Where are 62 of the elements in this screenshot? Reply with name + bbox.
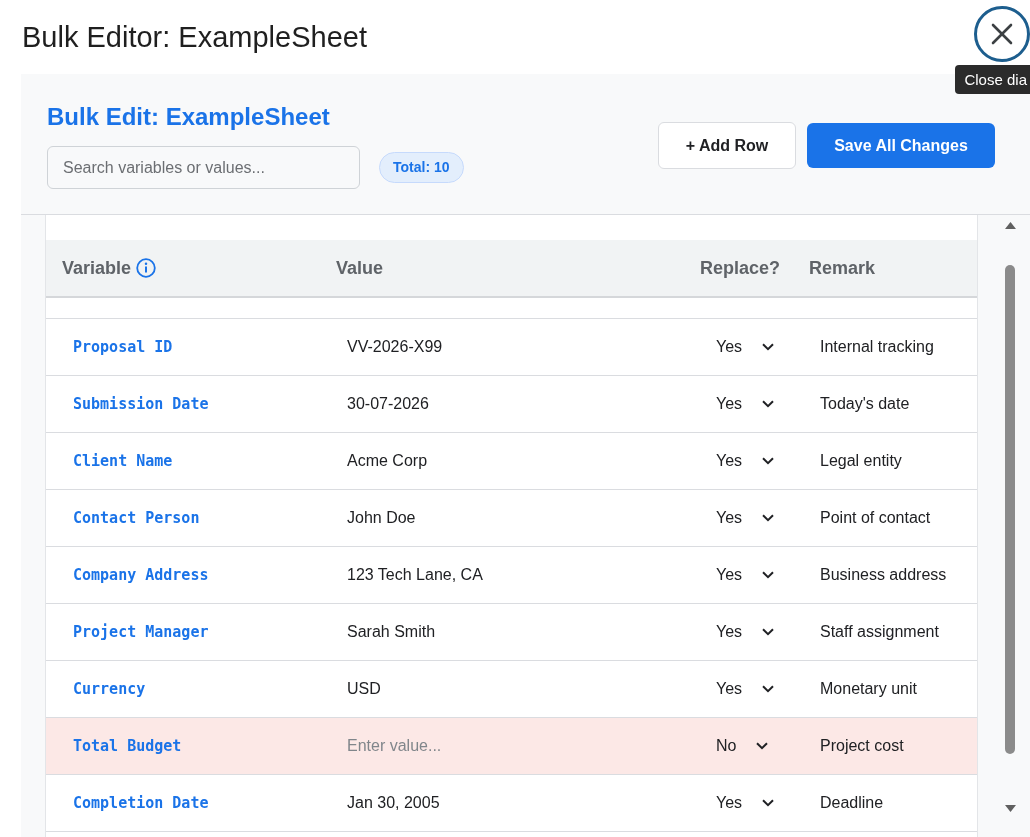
column-header: Variable bbox=[62, 257, 132, 279]
value-field[interactable]: USD bbox=[347, 680, 647, 698]
panel-heading: Bulk Edit: ExampleSheet bbox=[47, 102, 330, 132]
remark-text: Project cost bbox=[820, 737, 904, 755]
variable-name: Completion Date bbox=[73, 794, 209, 812]
chevron-icon bbox=[762, 400, 775, 408]
replace-select[interactable]: Yes bbox=[706, 676, 781, 702]
remark-text: Point of contact bbox=[820, 509, 931, 527]
chevron-icon bbox=[762, 457, 775, 465]
value-field[interactable]: Sarah Smith bbox=[347, 623, 647, 641]
save-button[interactable]: Save All Changes bbox=[807, 123, 995, 168]
chevron-icon bbox=[762, 685, 775, 693]
remark-text: Staff assignment bbox=[820, 623, 939, 641]
close-icon bbox=[991, 23, 1013, 45]
variable-name: Contact Person bbox=[73, 509, 200, 527]
variable-name: Proposal ID bbox=[73, 338, 173, 356]
value-field[interactable]: Enter value... bbox=[347, 737, 647, 755]
tooltip: Close dia bbox=[955, 65, 1030, 94]
chevron-icon bbox=[756, 742, 769, 750]
value-field[interactable]: Acme Corp bbox=[347, 452, 647, 470]
replace-select[interactable]: Yes bbox=[706, 448, 781, 474]
add-row-button[interactable]: + Add Row bbox=[658, 122, 796, 169]
value-field[interactable]: VV-2026-X99 bbox=[347, 338, 647, 356]
remark-text: Internal tracking bbox=[820, 338, 934, 356]
variable-name: Client Name bbox=[73, 452, 173, 470]
value-field[interactable]: Jan 30, 2005 bbox=[347, 794, 647, 812]
replace-select[interactable]: Yes bbox=[706, 790, 781, 816]
chevron-icon bbox=[762, 571, 775, 579]
chevron-icon bbox=[762, 628, 775, 636]
value-field[interactable]: 123 Tech Lane, CA bbox=[347, 566, 647, 584]
replace-select[interactable]: Yes bbox=[706, 391, 781, 417]
info-icon[interactable] bbox=[136, 258, 157, 278]
scroll-up-icon[interactable] bbox=[1004, 222, 1016, 229]
replace-select[interactable]: Yes bbox=[706, 334, 781, 360]
scroll-down-icon[interactable] bbox=[1004, 805, 1016, 812]
remark-text: Deadline bbox=[820, 794, 884, 812]
variable-name: Submission Date bbox=[73, 395, 209, 413]
variable-name: Currency bbox=[73, 680, 146, 698]
value-field[interactable]: John Doe bbox=[347, 509, 647, 527]
total-badge: Total: 10 bbox=[379, 152, 464, 183]
column-header: Remark bbox=[809, 257, 876, 279]
chevron-icon bbox=[762, 343, 775, 351]
dialog-title: Bulk Editor: ExampleSheet bbox=[22, 20, 367, 54]
chevron-icon bbox=[762, 799, 775, 807]
remark-text: Business address bbox=[820, 566, 947, 584]
search-field[interactable]: Search variables or values... bbox=[47, 146, 360, 189]
replace-select[interactable]: Yes bbox=[706, 505, 781, 531]
remark-text: Today's date bbox=[820, 395, 910, 413]
chevron-icon bbox=[762, 514, 775, 522]
column-header: Replace? bbox=[700, 257, 781, 279]
variable-name: Total Budget bbox=[73, 737, 182, 755]
close-button[interactable] bbox=[974, 6, 1030, 62]
replace-select[interactable]: Yes bbox=[706, 619, 781, 645]
variable-name: Project Manager bbox=[73, 623, 209, 641]
remark-text: Monetary unit bbox=[820, 680, 917, 698]
replace-select[interactable]: Yes bbox=[706, 562, 781, 588]
variable-name: Company Address bbox=[73, 566, 209, 584]
column-header: Value bbox=[336, 257, 384, 279]
replace-select[interactable]: No bbox=[706, 733, 775, 759]
remark-text: Legal entity bbox=[820, 452, 902, 470]
scrollbar-thumb[interactable] bbox=[1005, 265, 1015, 754]
value-field[interactable]: 30-07-2026 bbox=[347, 395, 647, 413]
